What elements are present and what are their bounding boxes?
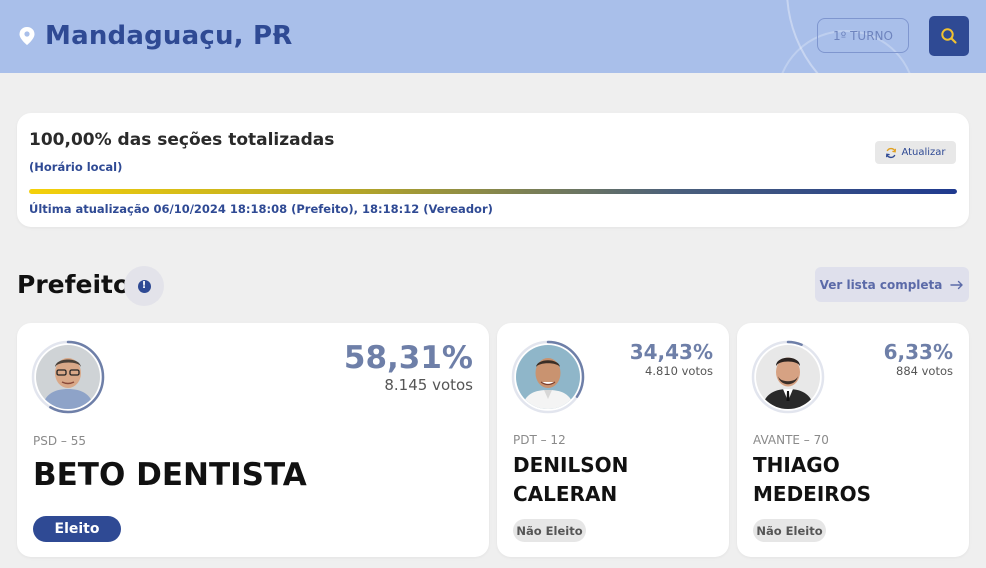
candidate-photo [36, 345, 100, 409]
local-time-note: (Horário local) [29, 160, 123, 174]
vote-percentage: 58,31% [343, 340, 473, 376]
totalization-card: 100,00% das seções totalizadas (Horário … [17, 113, 969, 227]
progress-fill [29, 189, 957, 194]
search-icon [941, 28, 957, 44]
refresh-button[interactable]: Atualizar [875, 141, 956, 164]
location-pin-icon [19, 27, 35, 45]
location-title[interactable]: Mandaguaçu, PR [45, 19, 292, 53]
vote-count: 884 votos [896, 364, 953, 378]
full-list-button[interactable]: Ver lista completa [815, 267, 969, 302]
party-number: AVANTE – 70 [753, 433, 829, 447]
search-button[interactable] [929, 16, 969, 56]
candidate-avatar [750, 339, 826, 415]
not-elected-badge: Não Eleito [513, 519, 586, 542]
candidate-avatar [30, 339, 106, 415]
candidate-photo [516, 345, 580, 409]
refresh-label: Atualizar [901, 147, 946, 158]
party-number: PDT – 12 [513, 433, 566, 447]
full-list-label: Ver lista completa [819, 277, 943, 292]
top-header: Mandaguaçu, PR 1º TURNO [0, 0, 986, 73]
candidate-photo [756, 345, 820, 409]
arrow-right-icon [950, 280, 964, 289]
not-elected-badge: Não Eleito [753, 519, 826, 542]
chevron-down-icon[interactable] [270, 28, 286, 44]
totalization-progress-bar [29, 189, 957, 194]
section-title: Prefeito [17, 270, 131, 299]
party-number: PSD – 55 [33, 434, 86, 448]
vote-percentage: 34,43% [629, 340, 713, 364]
elected-badge: Eleito [33, 516, 121, 542]
vote-count: 8.145 votos [384, 376, 473, 394]
last-update-text: Última atualização 06/10/2024 18:18:08 (… [29, 202, 493, 216]
candidate-avatar [510, 339, 586, 415]
round-button[interactable]: 1º TURNO [817, 18, 909, 53]
candidate-card[interactable]: 58,31% 8.145 votos PSD – 55 BETO DENTIST… [17, 323, 489, 557]
vote-percentage: 6,33% [883, 340, 953, 364]
candidate-card[interactable]: 6,33% 884 votos AVANTE – 70 THIAGO MEDEI… [737, 323, 969, 557]
candidate-name: DENILSON CALERAN [513, 453, 629, 506]
candidate-name: BETO DENTISTA [33, 457, 307, 493]
vote-count: 4.810 votos [645, 364, 713, 378]
candidate-name: THIAGO MEDEIROS [753, 453, 872, 506]
refresh-icon [886, 147, 897, 158]
totalization-title: 100,00% das seções totalizadas [29, 130, 335, 150]
info-icon: ! [137, 279, 151, 293]
candidate-card[interactable]: 34,43% 4.810 votos PDT – 12 DENILSON CAL… [497, 323, 729, 557]
info-button[interactable]: ! [124, 266, 164, 306]
